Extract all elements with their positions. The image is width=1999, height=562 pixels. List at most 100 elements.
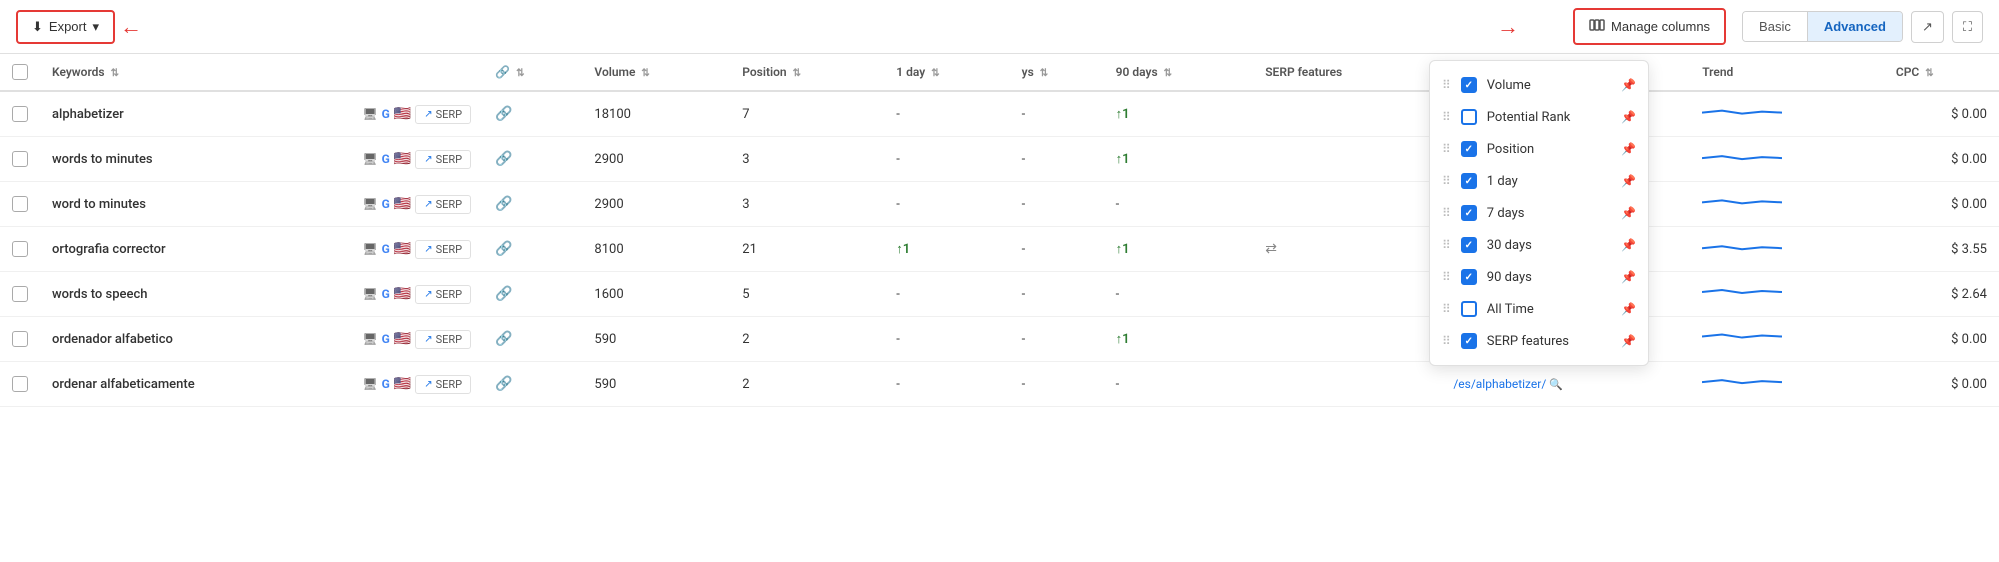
pin-icon[interactable]: 📌 <box>1621 174 1636 188</box>
pin-icon[interactable]: 📌 <box>1621 142 1636 156</box>
column-checkbox[interactable] <box>1461 237 1477 253</box>
keywords-table: Keywords ⇅ 🔗 ⇅ Volume ⇅ Position ⇅ 1 d <box>0 54 1999 407</box>
column-label: 1 day <box>1487 174 1611 189</box>
column-checkbox[interactable] <box>1461 173 1477 189</box>
row-checkbox[interactable] <box>0 317 40 362</box>
ninety-days-cell: ↑1 <box>1104 227 1254 272</box>
export-button[interactable]: ⬇ Export ▾ <box>16 10 115 44</box>
ninety-days-header[interactable]: 90 days ⇅ <box>1104 54 1254 91</box>
link-icon: 🔗 <box>495 331 512 347</box>
volume-cell: 8100 <box>582 227 730 272</box>
trend-sparkline-cell <box>1690 317 1884 362</box>
volume-header[interactable]: Volume ⇅ <box>582 54 730 91</box>
column-checkbox[interactable] <box>1461 301 1477 317</box>
row-checkbox[interactable] <box>0 137 40 182</box>
manage-columns-button[interactable]: Manage columns <box>1573 8 1726 45</box>
rank-link[interactable]: /es/alphabetizer/ 🔍 <box>1453 377 1563 391</box>
link-icon-cell[interactable]: 🔗 <box>483 227 582 272</box>
column-checkbox[interactable] <box>1461 141 1477 157</box>
manage-columns-item[interactable]: ⠿SERP features📌 <box>1430 325 1648 357</box>
column-label: Position <box>1487 142 1611 157</box>
serp-button[interactable]: ↗ SERP <box>415 240 471 259</box>
serp-button[interactable]: ↗ SERP <box>415 285 471 304</box>
link-icon-cell[interactable]: 🔗 <box>483 272 582 317</box>
manage-columns-item[interactable]: ⠿90 days📌 <box>1430 261 1648 293</box>
position-cell: 2 <box>730 362 884 407</box>
link-icon-cell[interactable]: 🔗 <box>483 137 582 182</box>
export-label: Export <box>49 19 87 34</box>
one-day-header[interactable]: 1 day ⇅ <box>884 54 1009 91</box>
row-checkbox[interactable] <box>0 227 40 272</box>
row-checkbox[interactable] <box>0 182 40 227</box>
serp-features-cell: ⇄ <box>1253 227 1441 272</box>
advanced-view-button[interactable]: Advanced <box>1808 12 1902 41</box>
keyword-cell: words to speech <box>40 272 350 317</box>
serp-button[interactable]: ↗ SERP <box>415 105 471 124</box>
keyword-cell: words to minutes <box>40 137 350 182</box>
manage-columns-item[interactable]: ⠿ Position 📌 <box>1430 133 1648 165</box>
google-icon: G <box>382 197 390 211</box>
device-icons-cell: 🖥 G 🇺🇸 ↗ SERP <box>350 362 483 407</box>
manage-columns-item[interactable]: ⠿30 days📌 <box>1430 229 1648 261</box>
pin-icon[interactable]: 📌 <box>1621 110 1636 124</box>
serp-button[interactable]: ↗ SERP <box>415 150 471 169</box>
fullscreen-button[interactable]: ⛶ <box>1952 11 1983 43</box>
device-icons-cell: 🖥 G 🇺🇸 ↗ SERP <box>350 317 483 362</box>
link-icon-cell[interactable]: 🔗 <box>483 91 582 137</box>
google-icon: G <box>382 332 390 346</box>
cpc-cell: $ 2.64 <box>1884 272 1999 317</box>
search-icon: 🔍 <box>1549 378 1563 391</box>
column-checkbox[interactable] <box>1461 109 1477 125</box>
pin-icon[interactable]: 📌 <box>1621 78 1636 92</box>
column-checkbox[interactable] <box>1461 333 1477 349</box>
trend-icon-button[interactable]: ↗ <box>1911 11 1944 43</box>
serp-button[interactable]: ↗ SERP <box>415 195 471 214</box>
keyword-header[interactable]: Keywords ⇅ <box>40 54 350 91</box>
link-icon: 🔗 <box>495 106 512 122</box>
column-checkbox[interactable] <box>1461 77 1477 93</box>
cpc-cell: $ 3.55 <box>1884 227 1999 272</box>
serp-button[interactable]: ↗ SERP <box>415 330 471 349</box>
drag-handle-icon: ⠿ <box>1442 142 1451 156</box>
row-checkbox[interactable] <box>0 91 40 137</box>
column-label: 7 days <box>1487 206 1611 221</box>
serp-label: SERP <box>436 108 463 121</box>
position-header[interactable]: Position ⇅ <box>730 54 884 91</box>
link-icon-cell[interactable]: 🔗 <box>483 182 582 227</box>
trend-sparkline-cell <box>1690 362 1884 407</box>
serp-trend-icon: ↗ <box>424 154 432 165</box>
link-icon-cell[interactable]: 🔗 <box>483 317 582 362</box>
column-label: Volume <box>1487 78 1611 93</box>
pin-icon[interactable]: 📌 <box>1621 206 1636 220</box>
row-checkbox[interactable] <box>0 272 40 317</box>
manage-columns-item[interactable]: ⠿7 days📌 <box>1430 197 1648 229</box>
column-checkbox[interactable] <box>1461 205 1477 221</box>
change-up-90: ↑1 <box>1116 242 1130 257</box>
serp-button[interactable]: ↗ SERP <box>415 375 471 394</box>
pin-icon[interactable]: 📌 <box>1621 334 1636 348</box>
drag-handle-icon: ⠿ <box>1442 110 1451 124</box>
select-all-checkbox[interactable] <box>0 54 40 91</box>
row-checkbox[interactable] <box>0 362 40 407</box>
pin-icon[interactable]: 📌 <box>1621 270 1636 284</box>
cpc-header[interactable]: CPC ⇅ <box>1884 54 1999 91</box>
columns-icon <box>1589 17 1605 36</box>
pin-icon[interactable]: 📌 <box>1621 238 1636 252</box>
link-icon-cell[interactable]: 🔗 <box>483 362 582 407</box>
cpc-cell: $ 0.00 <box>1884 137 1999 182</box>
manage-columns-item[interactable]: ⠿Volume📌 <box>1430 69 1648 101</box>
seven-days-cell: - <box>1010 91 1104 137</box>
basic-view-button[interactable]: Basic <box>1743 12 1808 41</box>
volume-cell: 18100 <box>582 91 730 137</box>
manage-columns-item[interactable]: ⠿All Time📌 <box>1430 293 1648 325</box>
sort-icon-7days: ⇅ <box>1040 68 1048 79</box>
view-toggle: Basic Advanced <box>1742 11 1903 42</box>
manage-columns-item[interactable]: ⠿Potential Rank📌 <box>1430 101 1648 133</box>
desktop-icon: 🖥 <box>362 197 377 211</box>
seven-days-header[interactable]: ys ⇅ <box>1010 54 1104 91</box>
change-up-90: ↑1 <box>1116 107 1130 122</box>
serp-label: SERP <box>436 243 463 256</box>
pin-icon[interactable]: 📌 <box>1621 302 1636 316</box>
column-checkbox[interactable] <box>1461 269 1477 285</box>
manage-columns-item[interactable]: ⠿1 day📌 <box>1430 165 1648 197</box>
